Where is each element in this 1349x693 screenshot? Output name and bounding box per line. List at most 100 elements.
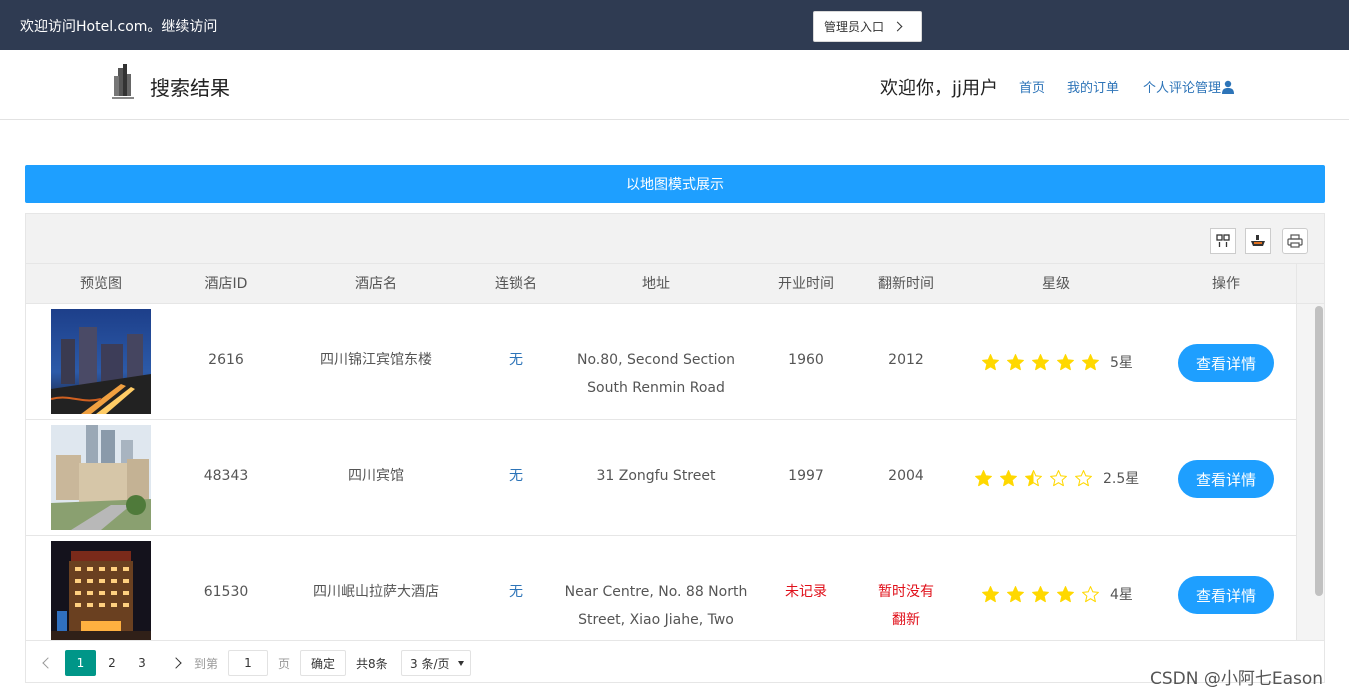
col-header-id[interactable]: 酒店ID <box>176 264 276 304</box>
nav-reviews-label: 个人评论管理 <box>1143 81 1222 96</box>
col-header-actions[interactable]: 操作 <box>1156 264 1296 304</box>
hotel-renovated: 2012 <box>856 346 956 374</box>
table-header: 预览图 酒店ID 酒店名 连锁名 地址 开业时间 翻新时间 星级 操作 <box>26 264 1324 304</box>
hotel-opened: 1997 <box>788 468 824 484</box>
col-header-opened[interactable]: 开业时间 <box>756 264 856 304</box>
next-page-button[interactable] <box>166 650 186 676</box>
star-icon <box>1032 585 1049 602</box>
columns-button[interactable] <box>1210 228 1236 254</box>
nav-orders-link[interactable]: 我的订单 <box>1067 77 1119 96</box>
page-button[interactable]: 2 <box>102 650 122 676</box>
goto-page-input[interactable]: 1 <box>228 650 268 676</box>
col-header-address[interactable]: 地址 <box>556 264 756 304</box>
view-details-button[interactable]: 查看详情 <box>1178 344 1274 382</box>
col-header-renovated[interactable]: 翻新时间 <box>856 264 956 304</box>
col-header-rating[interactable]: 星级 <box>956 264 1156 304</box>
hotel-name: 四川岷山拉萨大酒店 <box>313 584 439 600</box>
watermark: CSDN @小阿七Eason <box>1150 669 1324 689</box>
pagination: 1 2 3 到第 1 页 确定 共8条 3 条/页 <box>26 640 1324 682</box>
hotel-renovated: 2004 <box>856 462 956 490</box>
export-button[interactable] <box>1245 228 1271 254</box>
star-icon <box>1057 353 1074 370</box>
star-icon <box>982 585 999 602</box>
hotel-id: 48343 <box>203 468 249 484</box>
page-unit-label: 页 <box>278 656 291 671</box>
hotel-opened: 未记录 <box>785 584 827 600</box>
chevron-right-icon <box>170 657 182 669</box>
user-greeting: 欢迎你，jj用户 <box>880 78 999 99</box>
star-icon <box>1075 469 1092 486</box>
star-icon <box>1000 469 1017 486</box>
columns-icon <box>1216 234 1230 247</box>
page-button[interactable]: 3 <box>132 650 152 676</box>
star-icon <box>1007 353 1024 370</box>
address-line-1: Near Centre, No. 88 North <box>564 584 748 600</box>
scrollbar-thumb[interactable] <box>1315 306 1323 596</box>
table-row: 61530 四川岷山拉萨大酒店 无 Near Centre, No. 88 No… <box>26 536 1296 640</box>
hotel-chain[interactable]: 无 <box>476 462 556 490</box>
admin-entry-button[interactable]: 管理员入口 <box>813 11 922 42</box>
renovated-line-1: 2004 <box>888 468 924 484</box>
hotel-chain[interactable]: 无 <box>476 346 556 374</box>
hotel-preview-image[interactable] <box>51 309 151 414</box>
renovated-line-1: 暂时没有 <box>878 584 934 600</box>
address-line-1: 31 Zongfu Street <box>596 468 716 484</box>
hotel-address: No.80, Second Section South Renmin Road <box>556 346 756 402</box>
page-title: 搜索结果 <box>150 76 230 100</box>
col-header-preview[interactable]: 预览图 <box>26 264 176 304</box>
goto-label: 到第 <box>194 656 219 671</box>
print-icon <box>1287 234 1303 248</box>
table-row: 48343 四川宾馆 无 31 Zongfu Street 1997 2004 … <box>26 420 1296 536</box>
user-icon <box>1222 80 1235 94</box>
header: 搜索结果 欢迎你，jj用户 首页 我的订单 个人评论管理 <box>0 50 1349 120</box>
hotel-chain[interactable]: 无 <box>476 578 556 606</box>
page-size-select[interactable]: 3 条/页 <box>401 650 471 676</box>
table-row: 2616 四川锦江宾馆东楼 无 No.80, Second Section So… <box>26 304 1296 420</box>
nav-home-link[interactable]: 首页 <box>1019 77 1045 96</box>
hotel-name: 四川宾馆 <box>348 468 404 484</box>
hotel-address: 31 Zongfu Street <box>556 462 756 490</box>
export-icon <box>1251 235 1265 246</box>
hotel-preview-image[interactable] <box>51 425 151 530</box>
star-icon <box>1025 469 1042 486</box>
admin-entry-label: 管理员入口 <box>824 20 885 34</box>
page-size-value: 3 条/页 <box>410 656 450 671</box>
caret-down-icon <box>458 661 464 666</box>
star-icon <box>1082 585 1099 602</box>
address-line-2: Street, Xiao Jiahe, Two <box>578 612 734 628</box>
welcome-text[interactable]: 欢迎访问Hotel.com。继续访问 <box>20 16 217 36</box>
prev-page-button[interactable] <box>38 650 58 676</box>
hotel-opened: 1960 <box>788 352 824 368</box>
star-icon <box>1057 585 1074 602</box>
page-button-current[interactable]: 1 <box>65 650 96 676</box>
star-icon <box>982 353 999 370</box>
col-header-chain[interactable]: 连锁名 <box>476 264 556 304</box>
table-scrollbar[interactable] <box>1296 304 1324 640</box>
view-details-button[interactable]: 查看详情 <box>1178 576 1274 614</box>
star-icon <box>1032 353 1049 370</box>
star-rating: 5星 <box>981 352 1133 372</box>
star-icon <box>1050 469 1067 486</box>
hotel-table: 预览图 酒店ID 酒店名 连锁名 地址 开业时间 翻新时间 星级 操作 2616… <box>25 213 1325 683</box>
col-header-name[interactable]: 酒店名 <box>276 264 476 304</box>
star-icon <box>1082 353 1099 370</box>
nav-reviews-link[interactable]: 个人评论管理 <box>1143 77 1235 96</box>
view-details-button[interactable]: 查看详情 <box>1178 460 1274 498</box>
goto-confirm-button[interactable]: 确定 <box>300 650 346 676</box>
star-rating: 2.5星 <box>974 468 1139 488</box>
chevron-right-icon <box>892 21 903 32</box>
hotel-preview-image[interactable] <box>51 541 151 640</box>
rating-label: 5星 <box>1110 355 1133 371</box>
hotel-id: 61530 <box>203 584 249 600</box>
rating-label: 4星 <box>1110 587 1133 603</box>
map-mode-button[interactable]: 以地图模式展示 <box>25 165 1325 203</box>
hotel-id: 2616 <box>208 352 244 368</box>
address-line-2: South Renmin Road <box>587 380 725 396</box>
table-body: 2616 四川锦江宾馆东楼 无 No.80, Second Section So… <box>26 304 1296 640</box>
total-count: 共8条 <box>356 656 388 671</box>
renovated-line-2: 翻新 <box>892 612 920 628</box>
rating-label: 2.5星 <box>1103 471 1140 487</box>
hotel-address: Near Centre, No. 88 North Street, Xiao J… <box>556 578 756 634</box>
print-button[interactable] <box>1282 228 1308 254</box>
star-icon <box>975 469 992 486</box>
